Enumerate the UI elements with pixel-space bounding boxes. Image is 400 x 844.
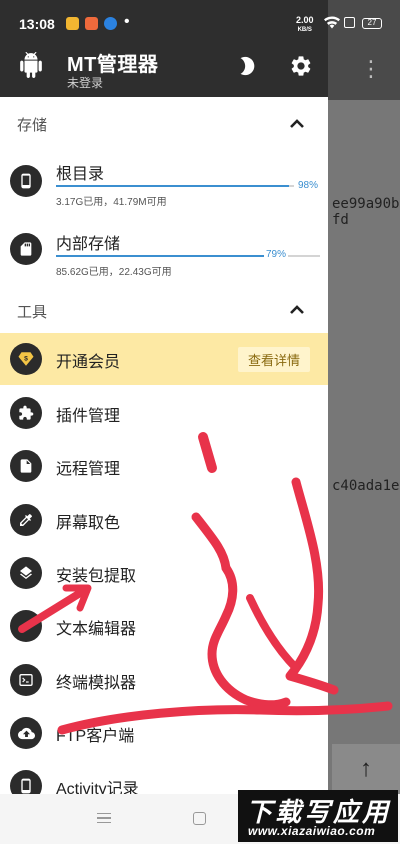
tool-item-plugin-manager[interactable]: 插件管理: [0, 387, 328, 439]
svg-text:$: $: [24, 356, 28, 363]
edit-icon: [10, 610, 42, 642]
storage-usage-percent: 98%: [298, 180, 319, 191]
tool-item-label: 终端模拟器: [56, 675, 137, 692]
phone-icon: [10, 165, 42, 197]
vip-diamond-icon: $: [10, 343, 42, 375]
document-icon: [10, 450, 42, 482]
vip-row[interactable]: $ 开通会员 查看详情: [0, 333, 328, 385]
background-hash-text: fd: [332, 212, 349, 228]
scroll-up-button[interactable]: ↑: [332, 744, 400, 794]
moon-icon[interactable]: [236, 55, 258, 77]
storage-usage-percent: 79%: [264, 249, 289, 260]
tool-item-text-editor[interactable]: 文本编辑器: [0, 600, 328, 652]
storage-usage-info: 3.17G已用，41.79M可用: [56, 197, 167, 208]
vip-label: 开通会员: [56, 354, 121, 371]
chevron-up-icon[interactable]: [289, 303, 305, 315]
storage-item-label: 内部存储: [56, 236, 121, 253]
section-title-tools: 工具: [17, 304, 48, 321]
notification-icon: [104, 17, 117, 30]
tool-item-label: 屏幕取色: [56, 515, 121, 532]
vip-details-button[interactable]: 查看详情: [238, 347, 310, 372]
storage-usage-fill: [56, 185, 290, 187]
network-speed-unit: KB/S: [297, 27, 312, 33]
screen-record-icon: [344, 17, 355, 28]
gear-icon[interactable]: [289, 54, 313, 78]
notification-icon: [66, 17, 79, 30]
network-speed-value: 2.00: [296, 15, 314, 25]
layers-icon: [10, 557, 42, 589]
eyedropper-icon: [10, 504, 42, 536]
tool-item-apk-extract[interactable]: 安装包提取: [0, 547, 328, 599]
watermark: 下载写应用 www.xiazaiwiao.com: [238, 790, 398, 842]
status-dot: •: [124, 13, 130, 30]
background-hash-text: c40ada1e: [332, 478, 400, 494]
tool-item-label: 安装包提取: [56, 568, 137, 585]
storage-item-label: 根目录: [56, 166, 105, 183]
wifi-icon: [324, 16, 340, 32]
network-speed: 2.00 KB/S: [296, 16, 314, 34]
puzzle-icon: [10, 397, 42, 429]
tool-item-remote-manager[interactable]: 远程管理: [0, 440, 328, 492]
home-icon[interactable]: [193, 812, 206, 825]
terminal-icon: [10, 664, 42, 696]
tool-item-terminal[interactable]: 终端模拟器: [0, 654, 328, 706]
cloud-ftp-icon: [10, 717, 42, 749]
background-hash-text: ee99a90b: [332, 196, 400, 212]
status-bar: 13:08 • 2.00 KB/S 27: [0, 0, 400, 46]
notification-icon: [85, 17, 98, 30]
tool-item-label: 插件管理: [56, 408, 121, 425]
arrow-up-icon: ↑: [360, 755, 372, 782]
storage-item-internal[interactable]: 内部存储 79% 85.62G已用，22.43G可用: [0, 225, 328, 278]
section-title-storage: 存储: [17, 117, 48, 134]
storage-usage-info: 85.62G已用，22.43G可用: [56, 267, 172, 278]
storage-item-root[interactable]: 根目录 98% 3.17G已用，41.79M可用: [0, 155, 328, 208]
android-icon[interactable]: [18, 52, 44, 78]
sd-card-icon: [10, 233, 42, 265]
status-time: 13:08: [19, 16, 55, 32]
login-status[interactable]: 未登录: [67, 74, 103, 91]
more-options-icon[interactable]: ⋮: [360, 58, 382, 80]
storage-usage-fill: [56, 255, 265, 257]
menu-icon[interactable]: [97, 813, 111, 823]
app-title: MT管理器: [67, 54, 159, 76]
tool-item-label: 文本编辑器: [56, 621, 137, 638]
tool-item-color-picker[interactable]: 屏幕取色: [0, 494, 328, 546]
battery-icon: 27: [362, 18, 382, 29]
tool-item-ftp-client[interactable]: FTP客户端: [0, 707, 328, 759]
storage-usage-bar: [56, 185, 294, 187]
watermark-url: www.xiazaiwiao.com: [248, 824, 376, 838]
tool-item-label: FTP客户端: [56, 728, 135, 745]
tool-item-label: 远程管理: [56, 461, 121, 478]
navigation-drawer: MT管理器 未登录 存储 根目录 98% 3.17G已用，41.79M可用 内部…: [0, 0, 328, 844]
chevron-up-icon[interactable]: [289, 117, 305, 129]
